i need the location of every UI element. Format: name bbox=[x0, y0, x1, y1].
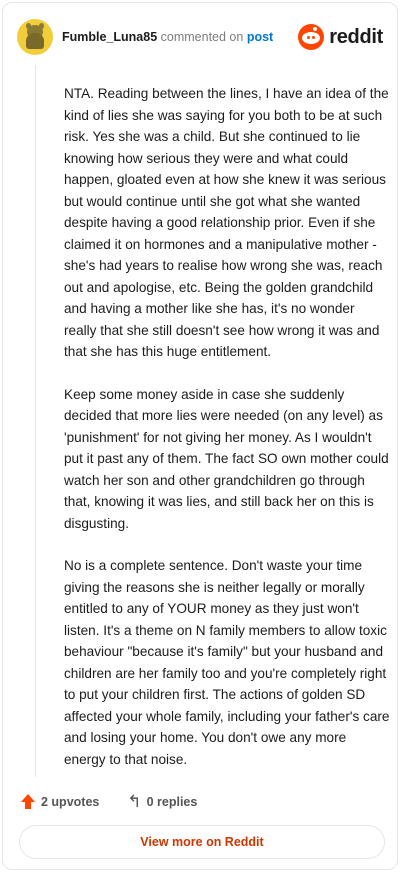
comment-card: Fumble_Luna85 commented on post reddit N… bbox=[2, 2, 398, 870]
commented-on-text: commented on bbox=[160, 30, 244, 44]
thread-line[interactable] bbox=[35, 65, 36, 777]
reply-count[interactable]: 0 replies bbox=[147, 795, 198, 809]
reddit-logo[interactable]: reddit bbox=[298, 24, 383, 50]
post-link[interactable]: post bbox=[247, 30, 273, 44]
username-link[interactable]: Fumble_Luna85 bbox=[62, 30, 157, 44]
upvote-arrow-icon[interactable] bbox=[21, 794, 35, 809]
reply-arrow-icon[interactable]: ↰ bbox=[127, 792, 141, 812]
comment-header: Fumble_Luna85 commented on post reddit bbox=[17, 17, 383, 57]
snoo-face bbox=[302, 32, 321, 44]
comment-paragraph: Keep some money aside in case she sudden… bbox=[64, 386, 389, 531]
comment-body: NTA. Reading between the lines, I have a… bbox=[64, 83, 390, 791]
snoo-antenna bbox=[313, 27, 318, 31]
comment-meta: Fumble_Luna85 commented on post bbox=[62, 30, 273, 44]
view-more-button[interactable]: View more on Reddit bbox=[19, 825, 385, 859]
comment-paragraph: NTA. Reading between the lines, I have a… bbox=[64, 86, 389, 359]
comment-actions: 2 upvotes ↰ 0 replies bbox=[21, 792, 197, 812]
upvote-count[interactable]: 2 upvotes bbox=[41, 795, 99, 809]
comment-paragraph: No is a complete sentence. Don't waste y… bbox=[64, 558, 390, 767]
user-avatar[interactable] bbox=[17, 19, 53, 55]
avatar-body bbox=[26, 33, 44, 49]
reddit-wordmark: reddit bbox=[329, 25, 383, 48]
reddit-snoo-icon bbox=[298, 24, 325, 50]
